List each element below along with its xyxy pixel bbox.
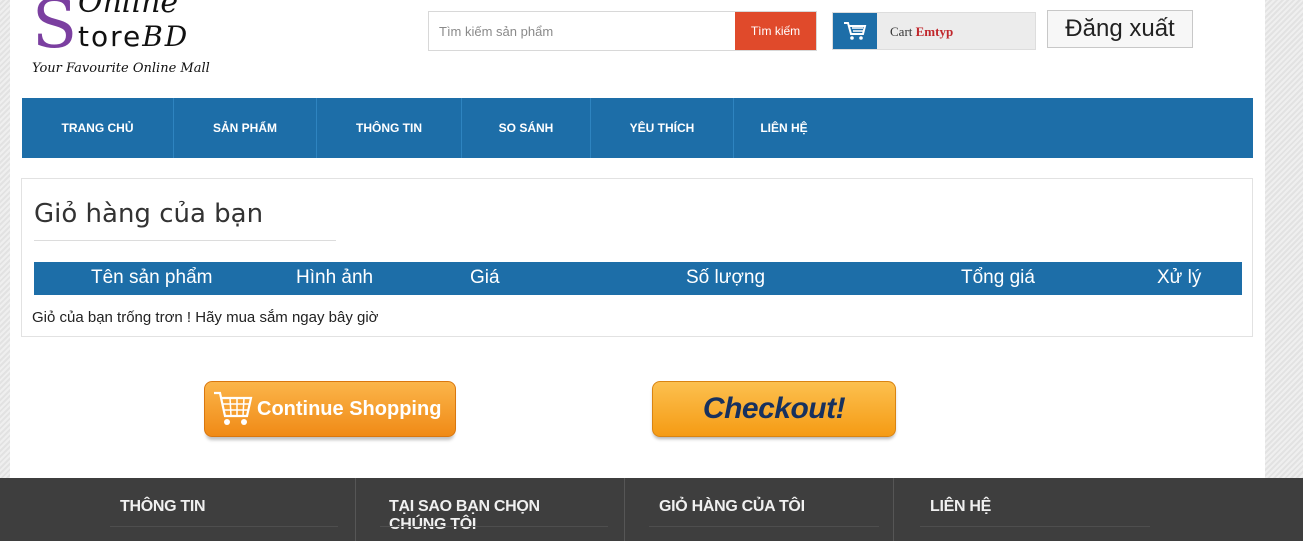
column-header-total: Tổng giá: [961, 267, 1035, 288]
logo-line1: Online: [78, 0, 179, 20]
search-bar: Tìm kiếm: [428, 11, 817, 51]
footer: THÔNG TIN TẠI SAO BẠN CHỌN CHÚNG TÔI GIỎ…: [0, 478, 1303, 541]
logo-s-mark: S: [32, 0, 78, 63]
footer-column-info: THÔNG TIN: [0, 478, 355, 541]
cart-table-header: Tên sản phẩm Hình ảnh Giá Số lượng Tổng …: [34, 262, 1242, 295]
nav-item-home[interactable]: TRANG CHỦ: [22, 98, 174, 158]
cart-panel: Giỏ hàng của bạn Tên sản phẩm Hình ảnh G…: [21, 178, 1253, 337]
footer-heading-underline: [380, 526, 608, 527]
column-header-quantity: Số lượng: [686, 267, 766, 288]
footer-column-why-us: TẠI SAO BẠN CHỌN CHÚNG TÔI: [356, 478, 624, 541]
checkout-label: Checkout!: [702, 392, 846, 425]
logout-button[interactable]: Đăng xuất: [1047, 10, 1193, 48]
search-input[interactable]: [429, 12, 735, 50]
checkout-button[interactable]: Checkout!: [652, 381, 896, 437]
continue-shopping-button[interactable]: Continue Shopping: [204, 381, 456, 437]
search-button[interactable]: Tìm kiếm: [735, 12, 816, 50]
footer-heading-contact: LIÊN HỆ: [930, 498, 992, 515]
footer-heading-why-us: TẠI SAO BẠN CHỌN CHÚNG TÔI: [389, 498, 540, 533]
footer-heading-underline: [920, 526, 1150, 527]
nav-item-products[interactable]: SẢN PHẨM: [174, 98, 317, 158]
footer-column-contact: LIÊN HỆ: [894, 478, 1194, 541]
footer-heading-underline: [110, 526, 338, 527]
title-underline: [34, 240, 336, 241]
page-title: Giỏ hàng của bạn: [34, 199, 264, 229]
cart-text: Cart Emtyp: [890, 24, 953, 40]
nav-item-contact[interactable]: LIÊN HỆ: [734, 98, 834, 158]
logo-tagline: Your Favourite Online Mall: [32, 61, 210, 76]
column-header-action: Xử lý: [1157, 267, 1202, 288]
main-nav: TRANG CHỦ SẢN PHẨM THÔNG TIN SO SÁNH YÊU…: [22, 98, 1253, 158]
cart-label: Cart: [890, 24, 913, 39]
logo-line2: toreBD: [78, 20, 190, 53]
site-logo[interactable]: S Online toreBD Your Favourite Online Ma…: [22, 0, 262, 78]
column-header-product-name: Tên sản phẩm: [91, 267, 213, 288]
column-header-price: Giá: [470, 267, 500, 288]
cart-status: Emtyp: [915, 24, 954, 39]
footer-column-my-cart: GIỎ HÀNG CỦA TÔI: [625, 478, 893, 541]
footer-heading-my-cart: GIỎ HÀNG CỦA TÔI: [659, 498, 805, 515]
footer-heading-underline: [649, 526, 879, 527]
nav-item-info[interactable]: THÔNG TIN: [317, 98, 462, 158]
footer-heading-info: THÔNG TIN: [120, 498, 206, 515]
nav-item-compare[interactable]: SO SÁNH: [462, 98, 591, 158]
shopping-cart-icon: [833, 13, 877, 49]
column-header-image: Hình ảnh: [296, 267, 374, 288]
shopping-cart-icon: [211, 389, 255, 429]
continue-shopping-label: Continue Shopping: [257, 397, 442, 420]
empty-cart-message: Giỏ của bạn trống trơn ! Hãy mua sắm nga…: [32, 309, 379, 326]
cart-widget[interactable]: Cart Emtyp: [832, 12, 1036, 50]
nav-item-favorites[interactable]: YÊU THÍCH: [591, 98, 734, 158]
